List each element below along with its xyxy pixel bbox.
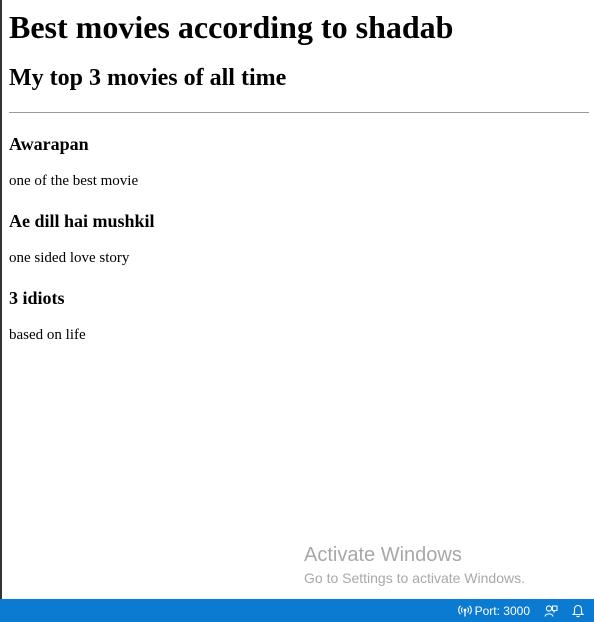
divider [9,112,589,113]
broadcast-icon [457,604,472,617]
bell-icon [572,604,584,618]
port-status-item[interactable]: Port: 3000 [457,603,530,618]
movie-title: Awarapan [9,134,89,154]
page-content: Best movies according to shadab My top 3… [9,0,589,344]
status-bar-right: Port: 3000 [457,599,584,622]
movie-description: based on life [9,327,86,343]
editor-left-border [0,0,2,599]
watermark-subtitle: Go to Settings to activate Windows. [304,570,525,586]
watermark-title: Activate Windows [304,544,462,566]
page-title: Best movies according to shadab [9,9,454,45]
feedback-button[interactable] [544,604,558,618]
movie-title: 3 idiots [9,288,65,308]
movie-description: one of the best movie [9,173,139,189]
movie-list: Awarapan one of the best movie Ae dill h… [9,133,589,344]
movie-title: Ae dill hai mushkil [9,211,155,231]
movie-item: Awarapan one of the best movie [9,133,589,190]
movie-description: one sided love story [9,250,130,266]
port-label: Port: 3000 [474,603,530,618]
notifications-button[interactable] [572,604,584,618]
feedback-icon [544,604,558,618]
activate-windows-watermark: Activate Windows Go to Settings to activ… [304,543,525,587]
movie-item: 3 idiots based on life [9,287,589,344]
status-bar: Port: 3000 [0,599,594,622]
movie-item: Ae dill hai mushkil one sided love story [9,210,589,267]
page-subtitle: My top 3 movies of all time [9,65,287,91]
